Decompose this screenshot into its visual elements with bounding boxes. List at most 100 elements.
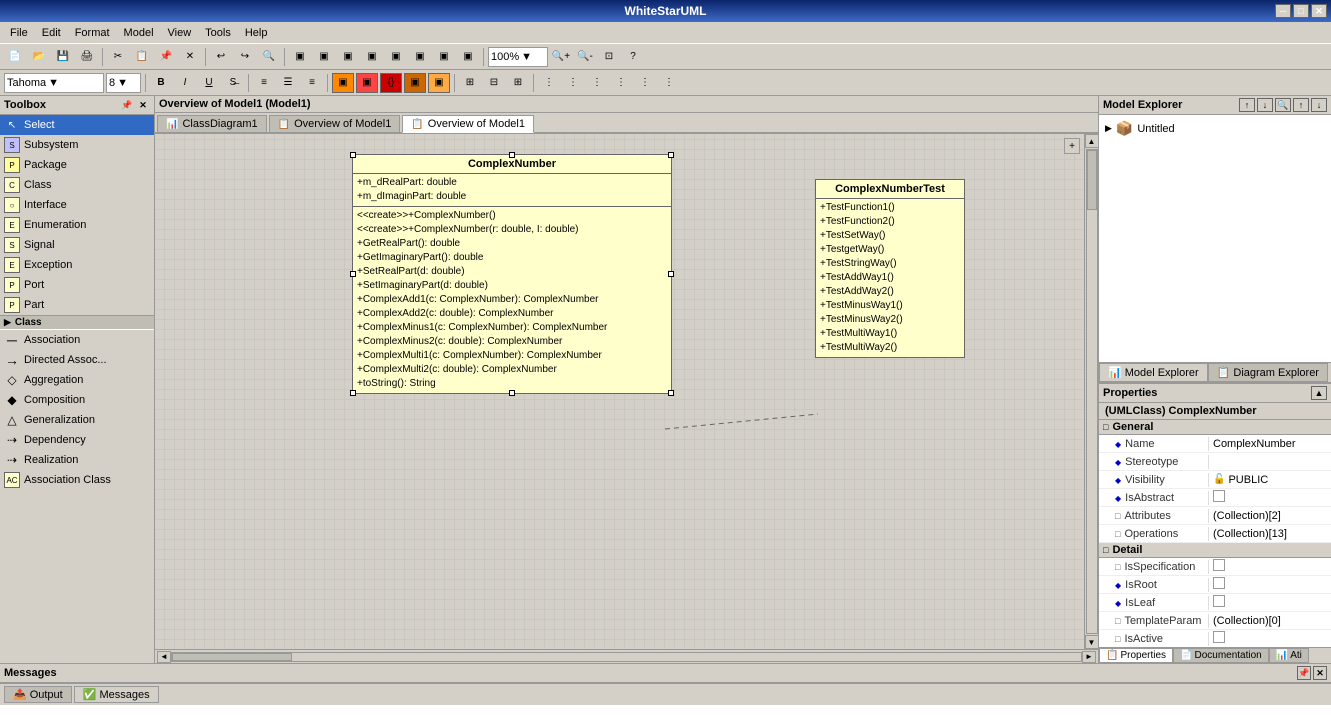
copy-button[interactable]: 📋 [131,47,153,67]
tool-association[interactable]: ─ Association [0,330,154,350]
minimize-button[interactable]: ─ [1275,4,1291,18]
props-btab-ati[interactable]: 📊 Ati [1269,648,1309,663]
me-sort-za-button[interactable]: ↓ [1257,98,1273,112]
msg-pin-button[interactable]: 📌 [1297,666,1311,680]
tab-overview-model1[interactable]: 📋 Overview of Model1 [402,115,534,133]
tool-port[interactable]: P Port [0,275,154,295]
open-button[interactable]: 📂 [28,47,50,67]
tool-subsystem[interactable]: S Subsystem [0,135,154,155]
new-button[interactable]: 📄 [4,47,26,67]
tool-generalization[interactable]: △ Generalization [0,410,154,430]
tb-btn-e[interactable]: ▣ [385,47,407,67]
isleaf-checkbox[interactable] [1213,595,1225,607]
tb-btn-h[interactable]: ▣ [457,47,479,67]
isspec-checkbox[interactable] [1213,559,1225,571]
hscroll-track[interactable] [171,652,1082,662]
diagram-add-button[interactable]: + [1064,138,1080,154]
delete-button[interactable]: ✕ [179,47,201,67]
tool-package[interactable]: P Package [0,155,154,175]
props-expand-button[interactable]: ▲ [1311,386,1327,400]
menu-format[interactable]: Format [69,25,116,41]
tool-dependency[interactable]: ⇢ Dependency [0,430,154,450]
tb-btn-c[interactable]: ▣ [337,47,359,67]
tab-class-diagram[interactable]: 📊 ClassDiagram1 [157,115,267,132]
isabstract-checkbox[interactable] [1213,490,1225,502]
paste-button[interactable]: 📌 [155,47,177,67]
menu-model[interactable]: Model [118,25,160,41]
me-up-button[interactable]: ↑ [1293,98,1309,112]
props-btab-properties[interactable]: 📋 Properties [1099,648,1173,663]
hscroll-right-button[interactable]: ► [1082,651,1096,663]
color-btn4[interactable]: ▣ [404,73,426,93]
tab-overview-model1-tab[interactable]: 📋 Overview of Model1 [269,115,401,132]
cut-button[interactable]: ✂ [107,47,129,67]
vscroll-thumb[interactable] [1087,150,1097,210]
tb-btn-d[interactable]: ▣ [361,47,383,67]
align-right-button[interactable]: ≡ [301,73,323,93]
hscroll-left-button[interactable]: ◄ [157,651,171,663]
complex-number-class[interactable]: ComplexNumber +m_dRealPart: double +m_dI… [352,154,672,394]
snap-btn1[interactable]: ⋮ [538,73,560,93]
fontsize-dropdown[interactable]: 8 ▼ [106,73,141,93]
tool-aggregation[interactable]: ◇ Aggregation [0,370,154,390]
tb-btn-g[interactable]: ▣ [433,47,455,67]
zoom-out-button[interactable]: 🔍- [574,47,596,67]
tb-btn-f[interactable]: ▣ [409,47,431,67]
tool-exception[interactable]: E Exception [0,255,154,275]
tool-signal[interactable]: S Signal [0,235,154,255]
arrange-btn1[interactable]: ⊞ [459,73,481,93]
vscroll-up-button[interactable]: ▲ [1085,134,1099,148]
print-button[interactable]: 🖨 [76,47,98,67]
complex-number-test-class[interactable]: ComplexNumberTest +TestFunction1() +Test… [815,179,965,358]
align-center-button[interactable]: ☰ [277,73,299,93]
snap-btn5[interactable]: ⋮ [634,73,656,93]
snap-btn6[interactable]: ⋮ [658,73,680,93]
isroot-checkbox[interactable] [1213,577,1225,589]
bottom-tab-messages[interactable]: ✅ Messages [74,686,159,703]
tb-btn-b[interactable]: ▣ [313,47,335,67]
redo-button[interactable]: ↪ [234,47,256,67]
msg-close-button[interactable]: ✕ [1313,666,1327,680]
snap-btn2[interactable]: ⋮ [562,73,584,93]
me-find-button[interactable]: 🔍 [1275,98,1291,112]
toolbox-pin-button[interactable]: 📌 [120,98,134,112]
me-down-button[interactable]: ↓ [1311,98,1327,112]
find-button[interactable]: 🔍 [258,47,280,67]
tool-realization[interactable]: ⇢ Realization [0,450,154,470]
arrange-btn3[interactable]: ⊞ [507,73,529,93]
menu-file[interactable]: File [4,25,34,41]
underline-button[interactable]: U [198,73,220,93]
menu-tools[interactable]: Tools [199,25,237,41]
color-btn3[interactable]: {} [380,73,402,93]
tool-directed-assoc[interactable]: → Directed Assoc... [0,350,154,370]
undo-button[interactable]: ↩ [210,47,232,67]
vscroll-down-button[interactable]: ▼ [1085,635,1099,649]
menu-help[interactable]: Help [239,25,274,41]
bold-button[interactable]: B [150,73,172,93]
close-button[interactable]: ✕ [1311,4,1327,18]
color-btn2[interactable]: ▣ [356,73,378,93]
zoom-fit-button[interactable]: ⊡ [598,47,620,67]
bottom-tab-output[interactable]: 📤 Output [4,686,72,703]
props-btab-documentation[interactable]: 📄 Documentation [1173,648,1269,663]
align-left-button[interactable]: ≡ [253,73,275,93]
zoom-dropdown[interactable]: 100% ▼ [488,47,548,67]
arrange-btn2[interactable]: ⊟ [483,73,505,93]
vscroll-track[interactable] [1086,149,1098,634]
hscroll-thumb[interactable] [172,653,292,661]
italic-button[interactable]: I [174,73,196,93]
snap-btn4[interactable]: ⋮ [610,73,632,93]
help-button[interactable]: ? [622,47,644,67]
font-dropdown[interactable]: Tahoma ▼ [4,73,104,93]
tool-interface[interactable]: ○ Interface [0,195,154,215]
tool-enumeration[interactable]: E Enumeration [0,215,154,235]
zoom-in-button[interactable]: 🔍+ [550,47,572,67]
tool-composition[interactable]: ◆ Composition [0,390,154,410]
color-btn5[interactable]: ▣ [428,73,450,93]
isactive-checkbox[interactable] [1213,631,1225,643]
color-btn1[interactable]: ▣ [332,73,354,93]
tb-btn-a[interactable]: ▣ [289,47,311,67]
maximize-button[interactable]: □ [1293,4,1309,18]
tool-select[interactable]: ↖ Select [0,115,154,135]
snap-btn3[interactable]: ⋮ [586,73,608,93]
